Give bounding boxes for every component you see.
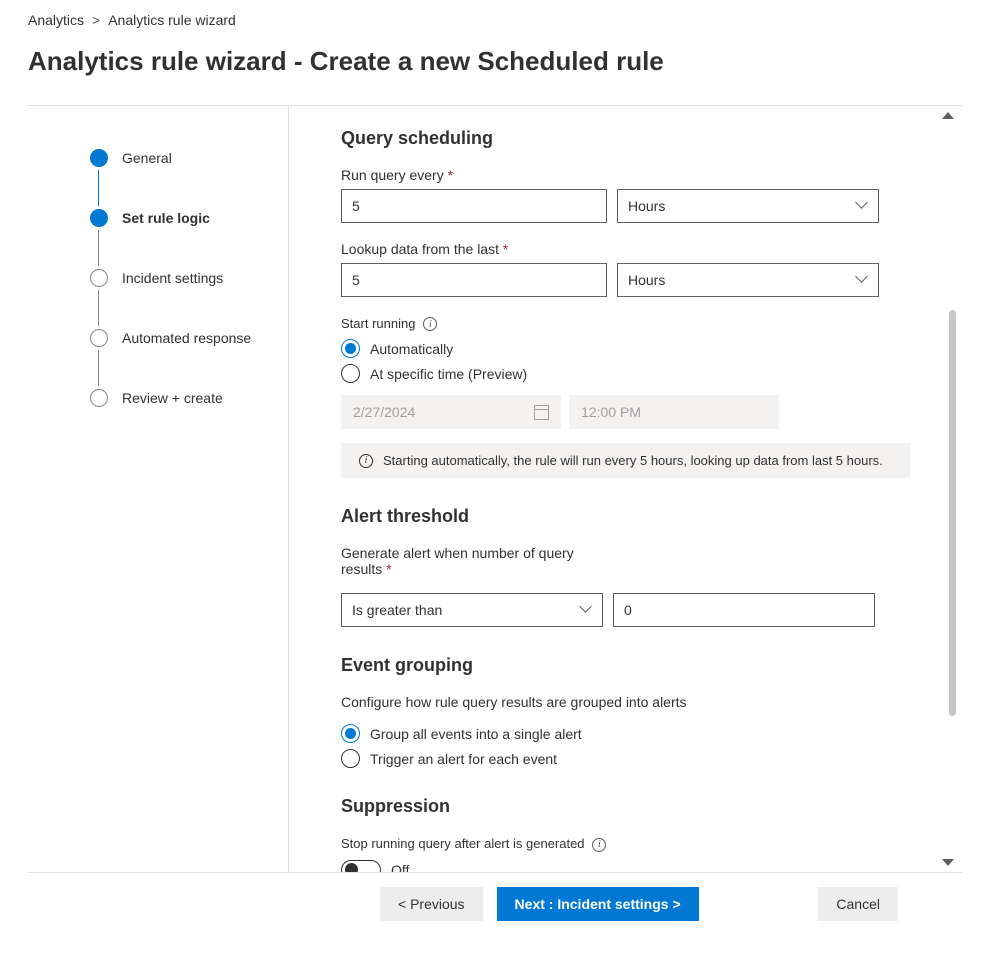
- breadcrumb: Analytics > Analytics rule wizard: [28, 12, 962, 28]
- start-time-input: 12:00 PM: [569, 395, 779, 429]
- radio-alert-each-event[interactable]: Trigger an alert for each event: [341, 749, 910, 768]
- select-value: Hours: [628, 198, 665, 214]
- lookup-unit-select[interactable]: Hours: [617, 263, 879, 297]
- chevron-down-icon: [856, 274, 868, 286]
- previous-button[interactable]: < Previous: [380, 887, 483, 921]
- threshold-label: Generate alert when number of query resu…: [341, 545, 581, 577]
- info-text: Starting automatically, the rule will ru…: [383, 453, 883, 468]
- radio-group-single-alert[interactable]: Group all events into a single alert: [341, 724, 910, 743]
- step-set-rule-logic[interactable]: Set rule logic: [90, 206, 288, 230]
- step-dot-icon: [90, 209, 108, 227]
- step-incident-settings[interactable]: Incident settings: [90, 266, 288, 290]
- threshold-operator-select[interactable]: Is greater than: [341, 593, 603, 627]
- radio-label: At specific time (Preview): [370, 366, 527, 382]
- radio-automatically[interactable]: Automatically: [341, 339, 910, 358]
- step-automated-response[interactable]: Automated response: [90, 326, 288, 350]
- next-button[interactable]: Next : Incident settings >: [497, 887, 699, 921]
- form-content: Query scheduling Run query every 5 Hours…: [289, 106, 962, 872]
- time-value: 12:00 PM: [581, 404, 641, 420]
- suppression-toggle[interactable]: [341, 860, 381, 872]
- lookup-value-input[interactable]: 5: [341, 263, 607, 297]
- cancel-button[interactable]: Cancel: [818, 887, 898, 921]
- wizard-footer: < Previous Next : Incident settings > Ca…: [28, 872, 962, 939]
- section-event-grouping: Event grouping: [341, 655, 910, 676]
- step-dot-icon: [90, 269, 108, 287]
- wizard-steps: General Set rule logic Incident settings…: [28, 106, 288, 872]
- grouping-radio-group: Group all events into a single alert Tri…: [341, 724, 910, 768]
- select-value: Is greater than: [352, 602, 442, 618]
- step-dot-icon: [90, 149, 108, 167]
- scheduling-info-banner: i Starting automatically, the rule will …: [341, 443, 910, 478]
- step-review-create[interactable]: Review + create: [90, 386, 288, 410]
- date-value: 2/27/2024: [353, 404, 415, 420]
- breadcrumb-current: Analytics rule wizard: [108, 12, 236, 28]
- page-title: Analytics rule wizard - Create a new Sch…: [28, 46, 962, 77]
- step-label: General: [122, 150, 172, 166]
- step-label: Automated response: [122, 330, 251, 346]
- section-suppression: Suppression: [341, 796, 910, 817]
- select-value: Hours: [628, 272, 665, 288]
- calendar-icon: [534, 405, 549, 420]
- threshold-value-input[interactable]: 0: [613, 593, 875, 627]
- start-date-input: 2/27/2024: [341, 395, 561, 429]
- step-dot-icon: [90, 389, 108, 407]
- chevron-down-icon: [856, 200, 868, 212]
- toggle-knob-icon: [345, 863, 358, 872]
- info-icon[interactable]: i: [592, 838, 606, 852]
- suppression-label: Stop running query after alert is genera…: [341, 836, 585, 851]
- breadcrumb-root[interactable]: Analytics: [28, 12, 84, 28]
- run-query-value-input[interactable]: 5: [341, 189, 607, 223]
- info-icon[interactable]: i: [423, 317, 437, 331]
- grouping-label: Configure how rule query results are gro…: [341, 694, 687, 710]
- chevron-down-icon: [580, 604, 592, 616]
- section-alert-threshold: Alert threshold: [341, 506, 910, 527]
- lookup-data-label: Lookup data from the last: [341, 241, 508, 257]
- step-general[interactable]: General: [90, 146, 288, 170]
- radio-label: Group all events into a single alert: [370, 726, 582, 742]
- radio-label: Automatically: [370, 341, 453, 357]
- step-label: Set rule logic: [122, 210, 210, 226]
- step-label: Incident settings: [122, 270, 223, 286]
- start-running-label: Start running: [341, 316, 415, 331]
- run-query-unit-select[interactable]: Hours: [617, 189, 879, 223]
- step-label: Review + create: [122, 390, 223, 406]
- toggle-state-label: Off: [391, 862, 409, 872]
- run-query-label: Run query every: [341, 167, 453, 183]
- radio-label: Trigger an alert for each event: [370, 751, 557, 767]
- start-running-radio-group: Automatically At specific time (Preview): [341, 339, 910, 383]
- radio-specific-time[interactable]: At specific time (Preview): [341, 364, 910, 383]
- breadcrumb-separator: >: [92, 12, 100, 28]
- step-dot-icon: [90, 329, 108, 347]
- section-query-scheduling: Query scheduling: [341, 128, 910, 149]
- info-icon: i: [359, 454, 373, 468]
